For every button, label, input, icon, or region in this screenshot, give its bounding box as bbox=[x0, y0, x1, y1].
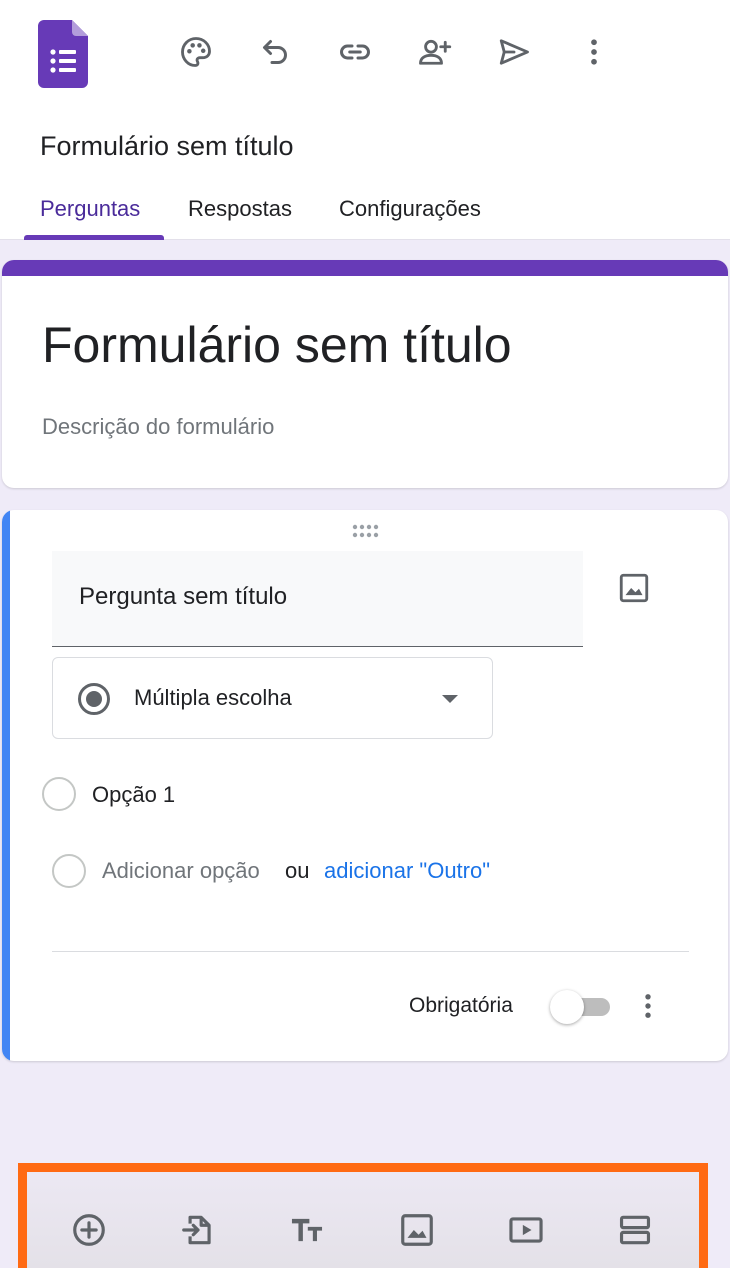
add-video-button[interactable] bbox=[502, 1206, 550, 1254]
tab-responses[interactable]: Respostas bbox=[188, 196, 292, 222]
add-video-icon bbox=[509, 1217, 543, 1243]
send-button[interactable] bbox=[488, 26, 540, 78]
app-header: Formulário sem título Perguntas Resposta… bbox=[0, 0, 730, 240]
question-title-text: Pergunta sem título bbox=[79, 583, 288, 610]
question-type-label: Múltipla escolha bbox=[134, 685, 292, 710]
add-option-radio bbox=[52, 854, 86, 888]
add-image-button[interactable] bbox=[393, 1206, 441, 1254]
option-1-radio[interactable] bbox=[42, 777, 76, 811]
radio-button-checked-icon bbox=[78, 683, 110, 715]
image-icon bbox=[619, 573, 649, 603]
required-toggle[interactable] bbox=[550, 990, 612, 1024]
question-more-button[interactable] bbox=[626, 984, 670, 1028]
or-text: ou bbox=[285, 858, 310, 883]
import-questions-button[interactable] bbox=[174, 1206, 222, 1254]
import-questions-icon bbox=[182, 1215, 211, 1245]
bottom-toolbar bbox=[18, 1163, 708, 1268]
google-forms-logo-icon[interactable] bbox=[38, 20, 88, 88]
add-option-link[interactable]: Adicionar opção bbox=[102, 858, 260, 884]
question-title-input[interactable]: Pergunta sem título bbox=[52, 551, 583, 647]
active-card-indicator bbox=[2, 510, 10, 1061]
more-options-button[interactable] bbox=[568, 26, 620, 78]
required-label: Obrigatória bbox=[409, 994, 513, 1017]
add-image-icon bbox=[401, 1214, 433, 1246]
send-icon bbox=[499, 39, 529, 65]
footer-divider bbox=[52, 951, 689, 952]
active-tab-indicator bbox=[24, 235, 164, 240]
toggle-thumb bbox=[550, 990, 584, 1024]
add-other-link[interactable]: adicionar "Outro" bbox=[324, 858, 490, 884]
form-title-card: Formulário sem título Descrição do formu… bbox=[2, 260, 728, 488]
form-name: Formulário sem título bbox=[40, 131, 294, 161]
add-title-description-button[interactable] bbox=[283, 1206, 331, 1254]
add-person-icon bbox=[419, 39, 452, 65]
add-question-image-button[interactable] bbox=[612, 566, 656, 610]
customize-theme-button[interactable] bbox=[170, 26, 222, 78]
copy-link-button[interactable] bbox=[329, 26, 381, 78]
question-type-dropdown[interactable]: Múltipla escolha bbox=[52, 657, 493, 739]
option-1-label[interactable]: Opção 1 bbox=[92, 782, 175, 808]
add-section-button[interactable] bbox=[611, 1206, 659, 1254]
undo-icon bbox=[263, 40, 287, 64]
link-icon bbox=[340, 44, 370, 60]
question-card[interactable]: Pergunta sem título Múltipla escolha Opç… bbox=[2, 510, 728, 1061]
add-question-icon bbox=[73, 1214, 105, 1246]
page: Formulário sem título Perguntas Resposta… bbox=[0, 0, 730, 1268]
add-section-icon bbox=[619, 1215, 651, 1245]
tab-questions[interactable]: Perguntas bbox=[40, 196, 140, 222]
undo-button[interactable] bbox=[249, 26, 301, 78]
add-title-icon bbox=[291, 1218, 323, 1242]
more-vert-icon bbox=[591, 39, 597, 65]
caret-down-icon bbox=[442, 695, 458, 703]
form-description-input[interactable]: Descrição do formulário bbox=[42, 414, 274, 440]
add-question-button[interactable] bbox=[65, 1206, 113, 1254]
tab-settings[interactable]: Configurações bbox=[339, 196, 481, 222]
add-collaborators-button[interactable] bbox=[408, 26, 460, 78]
palette-icon bbox=[181, 37, 211, 67]
form-title-input[interactable]: Formulário sem título bbox=[42, 316, 512, 374]
drag-handle-icon[interactable] bbox=[350, 522, 382, 540]
more-vert-icon bbox=[645, 994, 651, 1018]
title-card-accent bbox=[2, 260, 728, 276]
